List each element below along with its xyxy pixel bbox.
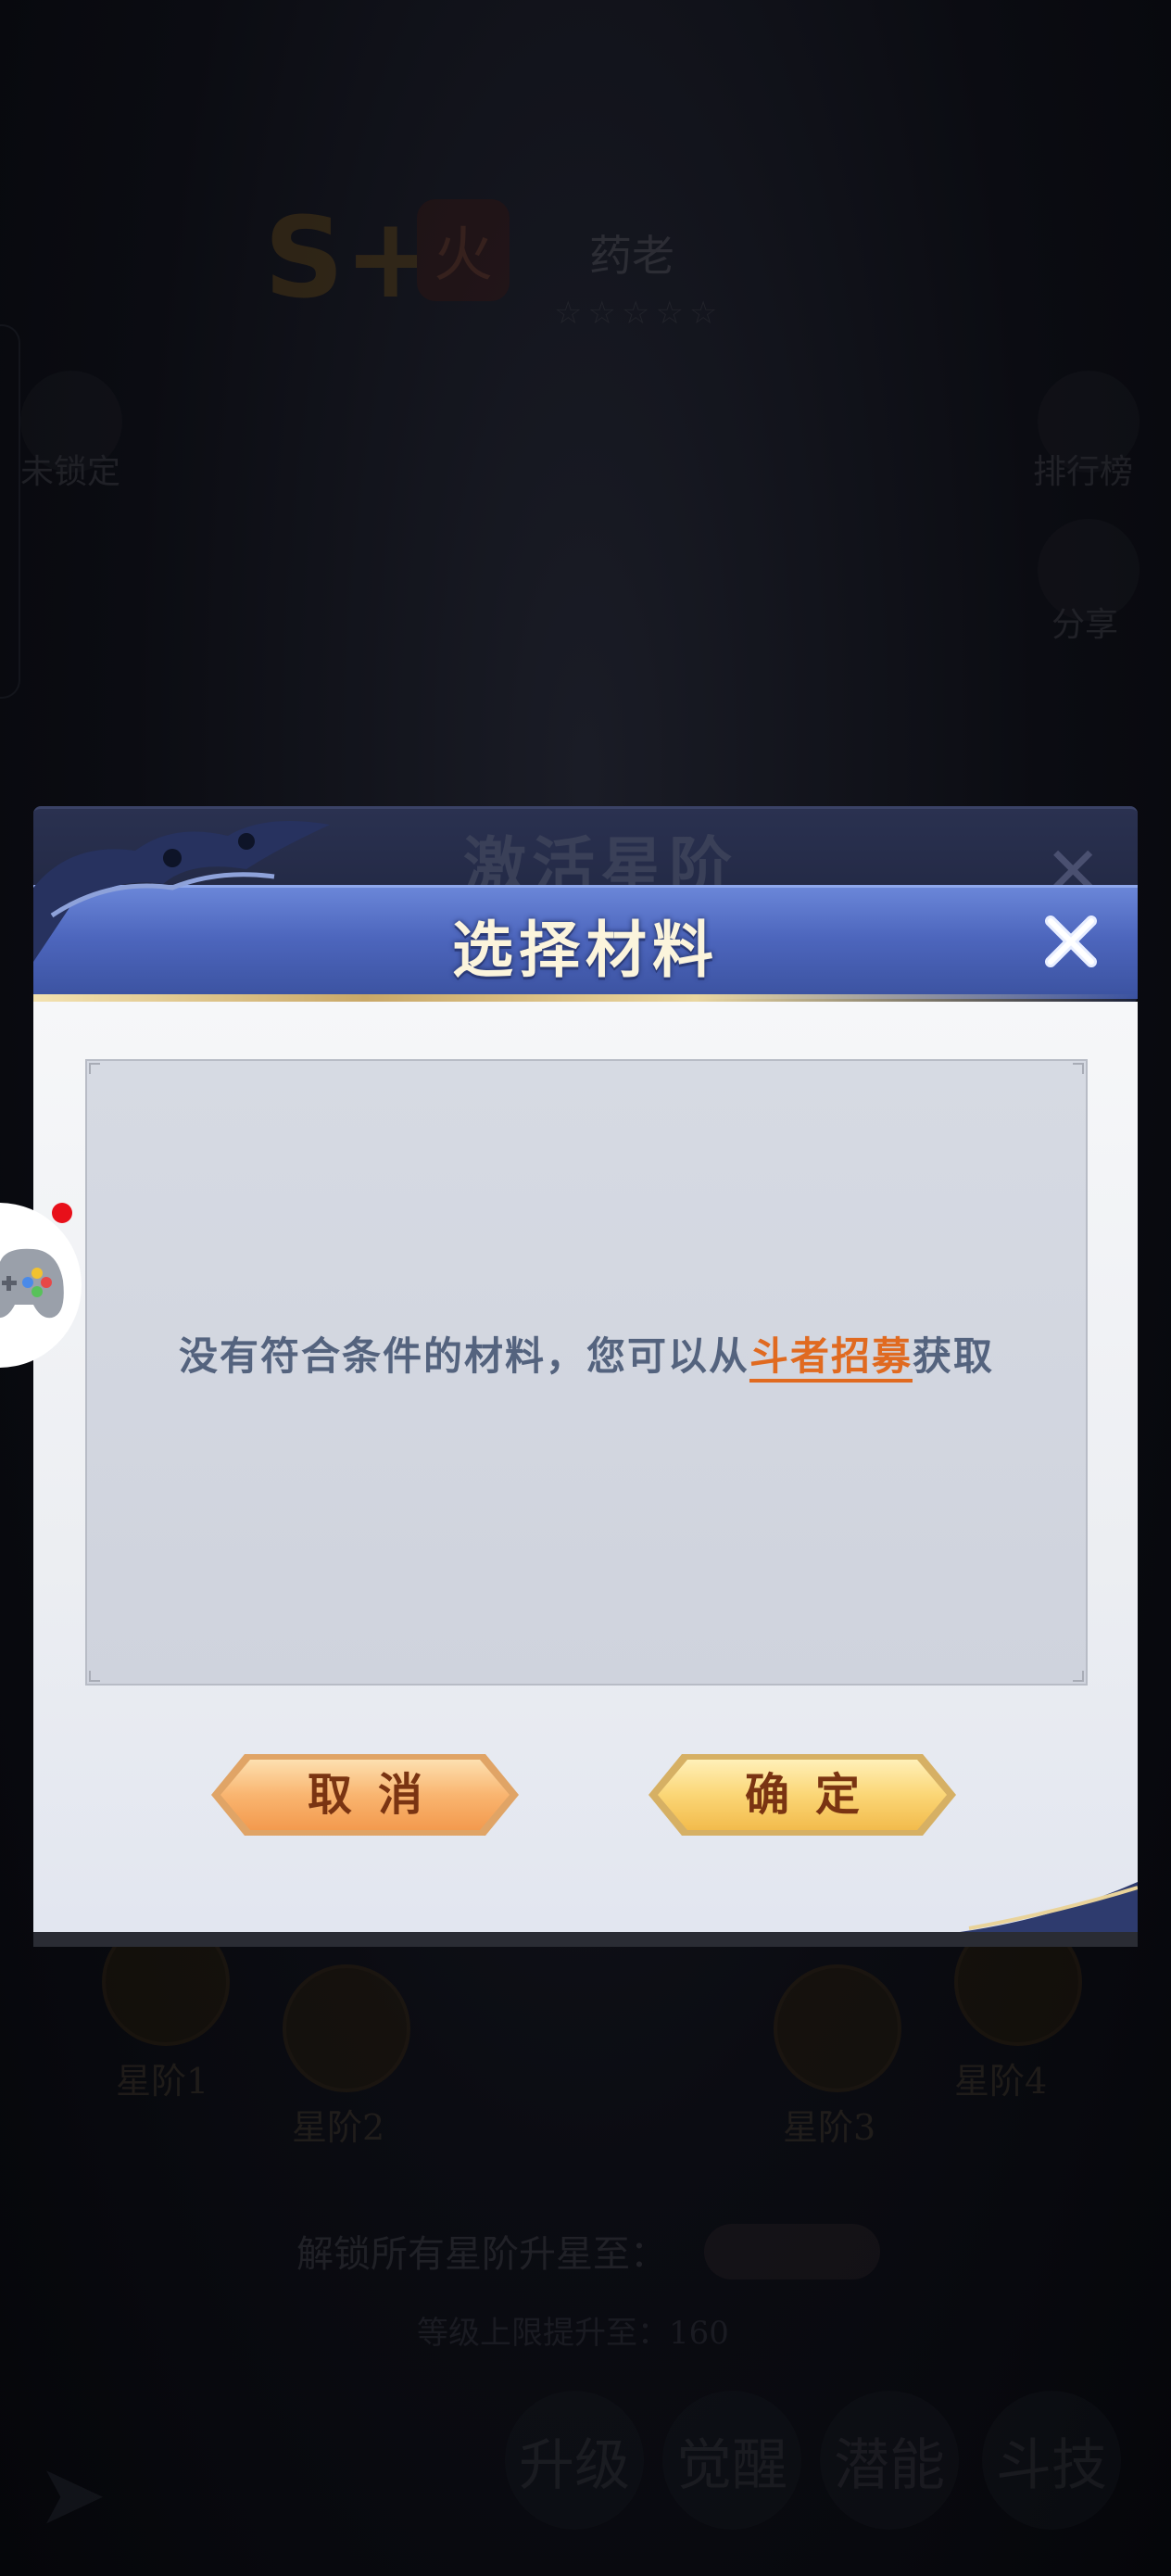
- close-icon: [1045, 915, 1097, 967]
- notification-dot: [52, 1203, 72, 1223]
- star-node-3: [774, 1964, 901, 2092]
- bottom-btn-potential: 潜能: [820, 2391, 959, 2530]
- corner-flourish-decoration: [960, 1882, 1138, 1932]
- bottom-btn-skill-label: 斗技: [996, 2432, 1107, 2498]
- unlock-reward-badge: [704, 2224, 880, 2279]
- star-node-4-label: 星阶4: [954, 2061, 1048, 2102]
- cancel-label: 取消: [307, 1769, 448, 1821]
- bottom-btn-upgrade: 升级: [505, 2391, 644, 2530]
- dialog-header: 选择材料: [33, 821, 1138, 999]
- hero-stars: ☆☆☆☆☆: [554, 295, 724, 332]
- side-drawer-tab: [0, 324, 20, 699]
- lock-label: 未锁定: [20, 453, 121, 491]
- corner-mark: [89, 1671, 100, 1682]
- bottom-btn-awaken-label: 觉醒: [676, 2432, 787, 2498]
- recruit-link[interactable]: 斗者招募: [749, 1333, 913, 1379]
- gamepad-icon: [0, 1248, 64, 1319]
- bottom-btn-skill: 斗技: [982, 2391, 1121, 2530]
- header-gold-trim: [33, 994, 1138, 1002]
- star-node-3-label: 星阶3: [783, 2107, 876, 2148]
- close-button[interactable]: [1034, 904, 1108, 979]
- unlock-text: 解锁所有星阶升星至：: [296, 2233, 667, 2276]
- dialog-title: 选择材料: [452, 914, 719, 986]
- empty-message: 没有符合条件的材料，您可以从斗者招募获取: [87, 1325, 1086, 1382]
- corner-mark: [89, 1063, 100, 1074]
- select-material-dialog: 选择材料 没有符合条件的材料，您可以从斗者招募获取 取消 确定: [33, 821, 1138, 1932]
- corner-mark: [1073, 1063, 1084, 1074]
- level-cap-text: 等级上限提升至：160: [417, 2315, 729, 2352]
- bottom-btn-potential-label: 潜能: [834, 2432, 945, 2498]
- empty-message-suffix: 获取: [913, 1333, 995, 1379]
- dialog-bottom-strip: [33, 1932, 1138, 1947]
- hero-element-badge: 火: [417, 199, 510, 301]
- material-list-area: 没有符合条件的材料，您可以从斗者招募获取: [85, 1059, 1088, 1686]
- cancel-button[interactable]: 取消: [208, 1750, 523, 1839]
- star-node-2-label: 星阶2: [292, 2107, 385, 2148]
- back-arrow-icon: ➤: [37, 2446, 107, 2544]
- star-node-2: [283, 1964, 410, 2092]
- empty-message-prefix: 没有符合条件的材料，您可以从: [178, 1333, 749, 1379]
- confirm-label: 确定: [744, 1769, 886, 1821]
- leaderboard-label: 排行榜: [1033, 453, 1134, 491]
- share-label: 分享: [1051, 606, 1119, 644]
- bottom-btn-awaken: 觉醒: [662, 2391, 801, 2530]
- hero-name: 药老: [589, 231, 674, 281]
- dialog-body: 没有符合条件的材料，您可以从斗者招募获取 取消 确定: [33, 1002, 1138, 1932]
- confirm-button[interactable]: 确定: [645, 1750, 960, 1839]
- hero-rank: S+: [264, 195, 437, 323]
- corner-mark: [1073, 1671, 1084, 1682]
- floating-gamepad-button[interactable]: [0, 1203, 82, 1368]
- star-node-1-label: 星阶1: [116, 2061, 209, 2102]
- bottom-btn-upgrade-label: 升级: [519, 2432, 630, 2498]
